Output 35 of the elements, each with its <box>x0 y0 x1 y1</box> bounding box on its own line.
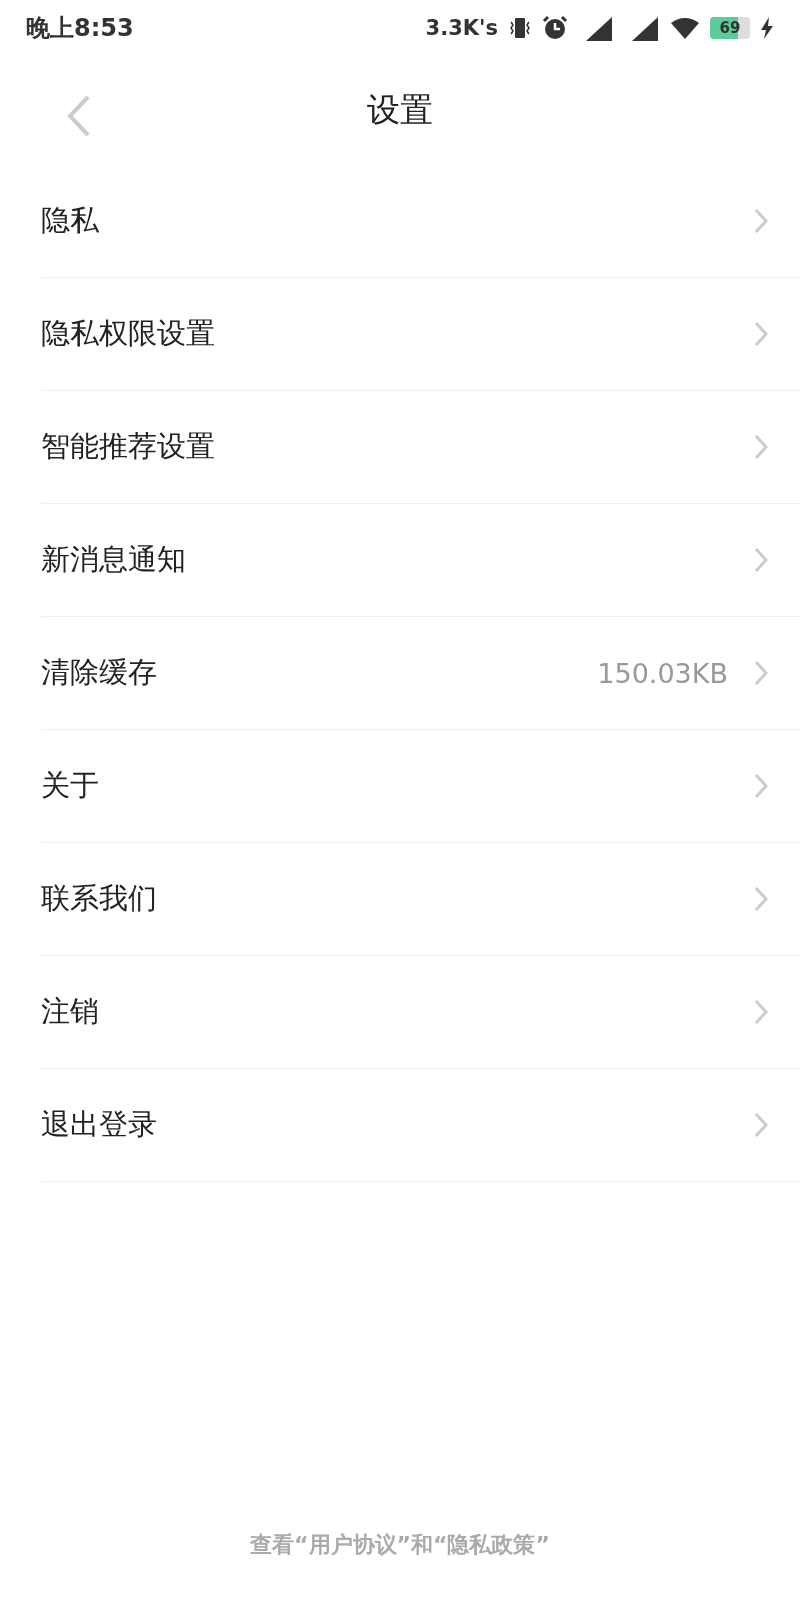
item-label: 联系我们 <box>41 880 158 917</box>
settings-item[interactable]: 智能推荐设置 <box>41 391 800 504</box>
wifi-icon <box>670 16 700 40</box>
alarm-icon <box>542 15 568 41</box>
item-label: 智能推荐设置 <box>41 428 216 465</box>
item-label: 清除缓存 <box>41 654 158 691</box>
settings-item[interactable]: 联系我们 <box>41 843 800 956</box>
chevron-icon <box>754 547 768 573</box>
settings-item[interactable]: 新消息通知 <box>41 504 800 617</box>
item-label: 退出登录 <box>41 1106 158 1143</box>
chevron-icon <box>754 434 768 460</box>
settings-item[interactable]: 注销 <box>41 956 800 1069</box>
chevron-icon <box>754 208 768 234</box>
chevron-icon <box>754 886 768 912</box>
item-label: 隐私 <box>41 202 100 239</box>
settings-item[interactable]: 退出登录 <box>41 1069 800 1182</box>
chevron-icon <box>754 773 768 799</box>
item-label: 关于 <box>41 767 100 804</box>
settings-item[interactable]: 隐私权限设置 <box>41 278 800 391</box>
settings-item[interactable]: 隐私 <box>41 165 800 278</box>
charging-icon <box>760 17 774 39</box>
page-title: 设置 <box>367 89 433 131</box>
chevron-icon <box>754 999 768 1025</box>
settings-item[interactable]: 关于 <box>41 730 800 843</box>
chevron-icon <box>754 1112 768 1138</box>
item-value: 150.03KB <box>597 657 728 689</box>
vibrate-icon <box>508 16 532 40</box>
item-label: 隐私权限设置 <box>41 315 216 352</box>
status-time: 晚上8:53 <box>26 13 134 44</box>
chevron-icon <box>754 660 768 686</box>
settings-item[interactable]: 清除缓存 150.03KB <box>41 617 800 730</box>
chevron-icon <box>754 321 768 347</box>
item-label: 注销 <box>41 993 100 1030</box>
network-speed: 3.3K's <box>425 16 498 40</box>
item-label: 新消息通知 <box>41 541 187 578</box>
